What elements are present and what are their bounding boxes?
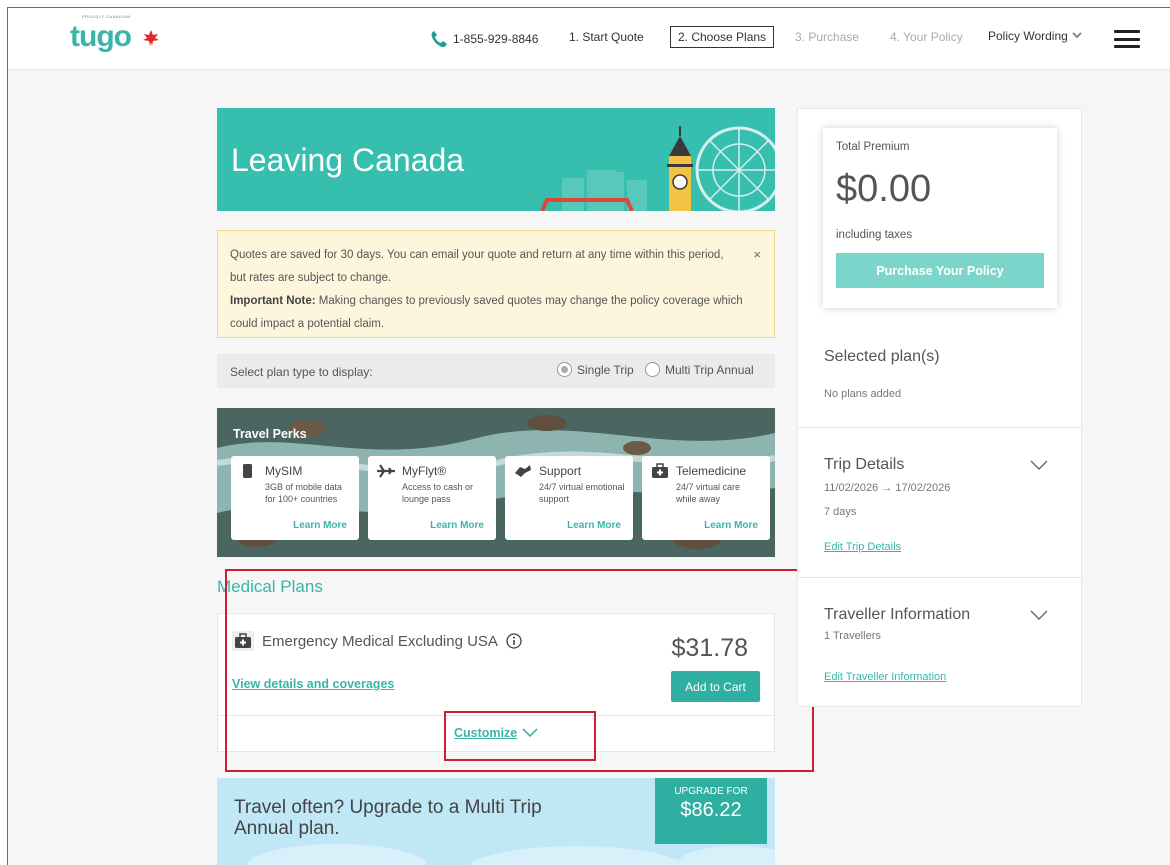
traveller-info-section: Traveller Information 1 Travellers Edit … bbox=[798, 577, 1081, 707]
medical-kit-icon bbox=[652, 463, 668, 478]
sim-icon bbox=[243, 464, 252, 478]
trip-details-title[interactable]: Trip Details bbox=[824, 456, 904, 474]
policy-wording-dropdown[interactable]: Policy Wording bbox=[988, 29, 1082, 43]
perk-desc: 24/7 virtual care while away bbox=[676, 482, 741, 504]
trip-dates: 11/02/2026 → 17/02/2026 bbox=[824, 482, 951, 494]
step-start-quote[interactable]: 1. Start Quote bbox=[569, 30, 644, 44]
phone-link[interactable]: 1-855-929-8846 bbox=[430, 30, 538, 48]
trip-days: 7 days bbox=[824, 506, 857, 518]
upgrade-badge-price: $86.22 bbox=[680, 799, 742, 821]
maple-leaf-icon bbox=[143, 30, 159, 46]
traveller-info-title[interactable]: Traveller Information bbox=[824, 606, 970, 624]
chevron-down-icon[interactable] bbox=[1030, 460, 1048, 470]
perk-card-support[interactable]: Support 24/7 virtual emotional support L… bbox=[505, 456, 633, 540]
learn-more-link[interactable]: Learn More bbox=[704, 520, 758, 531]
perk-desc: Access to cash or lounge pass bbox=[402, 482, 474, 504]
travel-perks-panel: Travel Perks MySIM 3GB of mobile data fo… bbox=[217, 408, 775, 557]
total-premium-card: Total Premium $0.00 including taxes Purc… bbox=[823, 128, 1057, 308]
radio-multi-trip-label: Multi Trip Annual bbox=[665, 362, 754, 377]
radio-multi-trip[interactable]: Multi Trip Annual bbox=[645, 362, 754, 377]
travel-perks-title: Travel Perks bbox=[233, 427, 307, 441]
upgrade-price-badge[interactable]: UPGRADE FOR $86.22 bbox=[655, 778, 767, 844]
perk-title: Telemedicine bbox=[676, 464, 747, 478]
top-header: PROUDLY CANADIAN tugo 1-855-929-8846 1. … bbox=[8, 8, 1170, 70]
order-summary-sidebar: Total Premium $0.00 including taxes Purc… bbox=[797, 108, 1082, 707]
upgrade-text: Travel often? Upgrade to a Multi Trip An… bbox=[234, 797, 542, 839]
perk-title: Support bbox=[539, 464, 582, 478]
plane-icon bbox=[377, 464, 395, 478]
phone-icon bbox=[431, 31, 447, 48]
notice-important: Important Note: Making changes to previo… bbox=[230, 290, 750, 336]
policy-wording-label: Policy Wording bbox=[988, 29, 1068, 43]
learn-more-link[interactable]: Learn More bbox=[293, 520, 347, 531]
annotation-customize-box bbox=[444, 711, 596, 761]
phone-number: 1-855-929-8846 bbox=[453, 32, 539, 46]
total-premium-label: Total Premium bbox=[836, 141, 910, 153]
trip-details-section: Trip Details 11/02/2026 → 17/02/2026 7 d… bbox=[798, 427, 1081, 577]
upgrade-banner[interactable]: Travel often? Upgrade to a Multi Trip An… bbox=[217, 778, 775, 865]
step-your-policy: 4. Your Policy bbox=[890, 30, 963, 44]
radio-single-trip[interactable]: Single Trip bbox=[557, 362, 634, 377]
chevron-down-icon[interactable] bbox=[1030, 610, 1048, 620]
logo-wordmark: tugo bbox=[70, 20, 132, 53]
perk-card-mysim[interactable]: MySIM 3GB of mobile data for 100+ countr… bbox=[231, 456, 359, 540]
perk-title: MyFlyt® bbox=[402, 464, 447, 478]
purchase-policy-button[interactable]: Purchase Your Policy bbox=[836, 253, 1044, 288]
step-purchase: 3. Purchase bbox=[795, 30, 860, 44]
selected-plans-empty: No plans added bbox=[824, 388, 902, 400]
learn-more-link[interactable]: Learn More bbox=[430, 520, 484, 531]
logo-tagline: PROUDLY CANADIAN bbox=[82, 14, 131, 19]
radio-checked-icon bbox=[557, 362, 572, 377]
important-label: Important Note: bbox=[230, 295, 316, 307]
edit-trip-details-link[interactable]: Edit Trip Details bbox=[824, 541, 901, 553]
quote-saved-notice: Quotes are saved for 30 days. You can em… bbox=[217, 230, 775, 338]
edit-traveller-info-link[interactable]: Edit Traveller Information bbox=[824, 671, 946, 683]
perk-title: MySIM bbox=[265, 464, 303, 478]
traveller-count: 1 Travellers bbox=[824, 630, 881, 642]
menu-icon[interactable] bbox=[1114, 30, 1140, 48]
leaving-canada-banner: Leaving Canada bbox=[217, 108, 775, 211]
perk-card-telemedicine[interactable]: Telemedicine 24/7 virtual care while awa… bbox=[642, 456, 770, 540]
radio-unchecked-icon bbox=[645, 362, 660, 377]
total-premium-amount: $0.00 bbox=[836, 168, 932, 210]
app-frame: PROUDLY CANADIAN tugo 1-855-929-8846 1. … bbox=[7, 7, 1170, 865]
support-icon bbox=[515, 465, 531, 477]
notice-text: Quotes are saved for 30 days. You can em… bbox=[230, 249, 724, 284]
perk-desc: 24/7 virtual emotional support bbox=[539, 482, 625, 504]
chevron-down-icon bbox=[1072, 32, 1082, 39]
tax-note: including taxes bbox=[836, 229, 913, 241]
close-icon[interactable]: × bbox=[753, 243, 761, 266]
step-choose-plans[interactable]: 2. Choose Plans bbox=[670, 26, 775, 48]
upgrade-badge-label: UPGRADE FOR bbox=[674, 786, 748, 797]
learn-more-link[interactable]: Learn More bbox=[567, 520, 621, 531]
perk-desc: 3GB of mobile data for 100+ countries bbox=[265, 482, 343, 504]
plan-type-selector: Select plan type to display: Single Trip… bbox=[217, 354, 775, 388]
selected-plans-title: Selected plan(s) bbox=[824, 348, 940, 365]
radio-single-trip-label: Single Trip bbox=[577, 362, 634, 377]
perk-card-myflyt[interactable]: MyFlyt® Access to cash or lounge pass Le… bbox=[368, 456, 496, 540]
banner-title: Leaving Canada bbox=[231, 142, 465, 178]
plan-type-label: Select plan type to display: bbox=[230, 365, 373, 379]
